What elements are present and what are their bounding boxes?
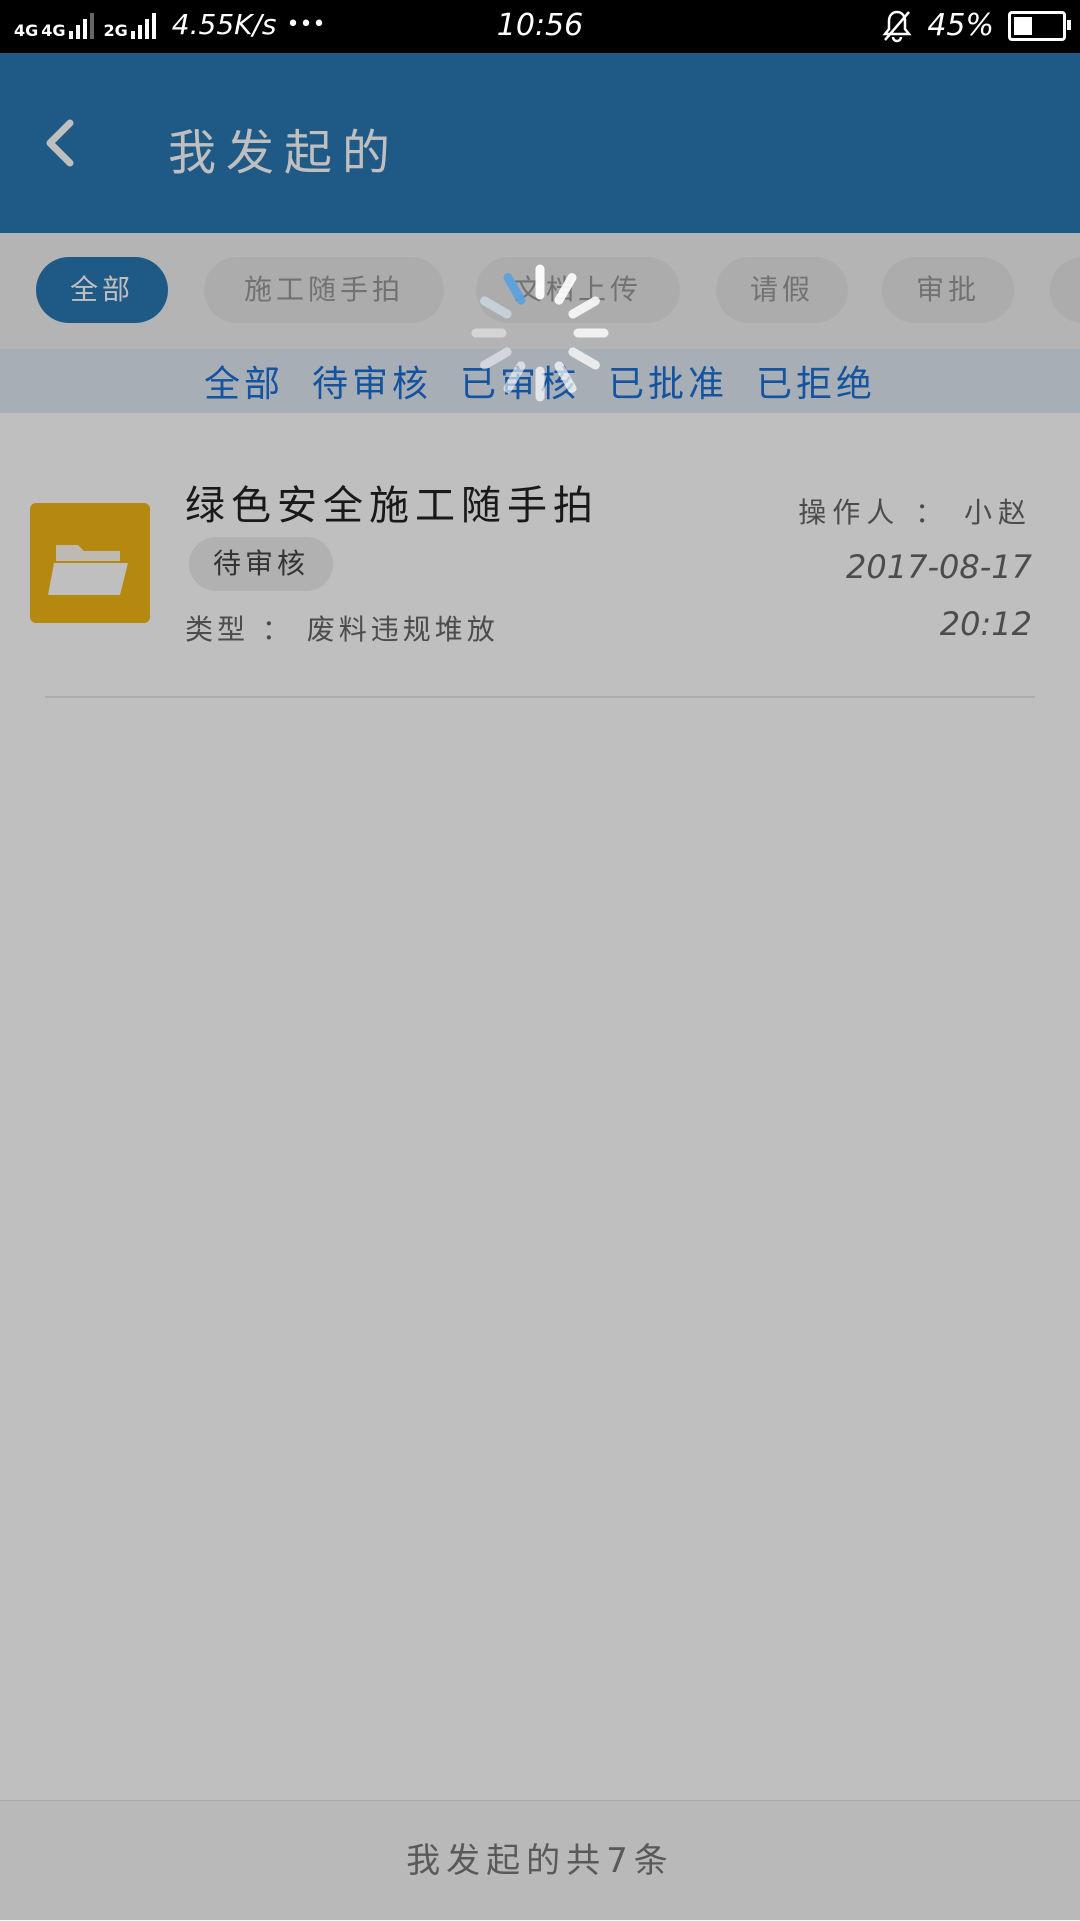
battery-fill xyxy=(1014,16,1032,35)
status-bar: 4G 4G 2G 4.55K/s ••• 10:56 45% xyxy=(0,0,1080,53)
battery-icon xyxy=(1008,10,1071,41)
battery-percent: 45% xyxy=(927,8,994,43)
status-right: 45% xyxy=(881,8,1071,43)
bell-off-icon xyxy=(882,10,912,42)
loading-spinner-icon xyxy=(471,264,609,402)
loading-overlay xyxy=(0,53,1080,1920)
